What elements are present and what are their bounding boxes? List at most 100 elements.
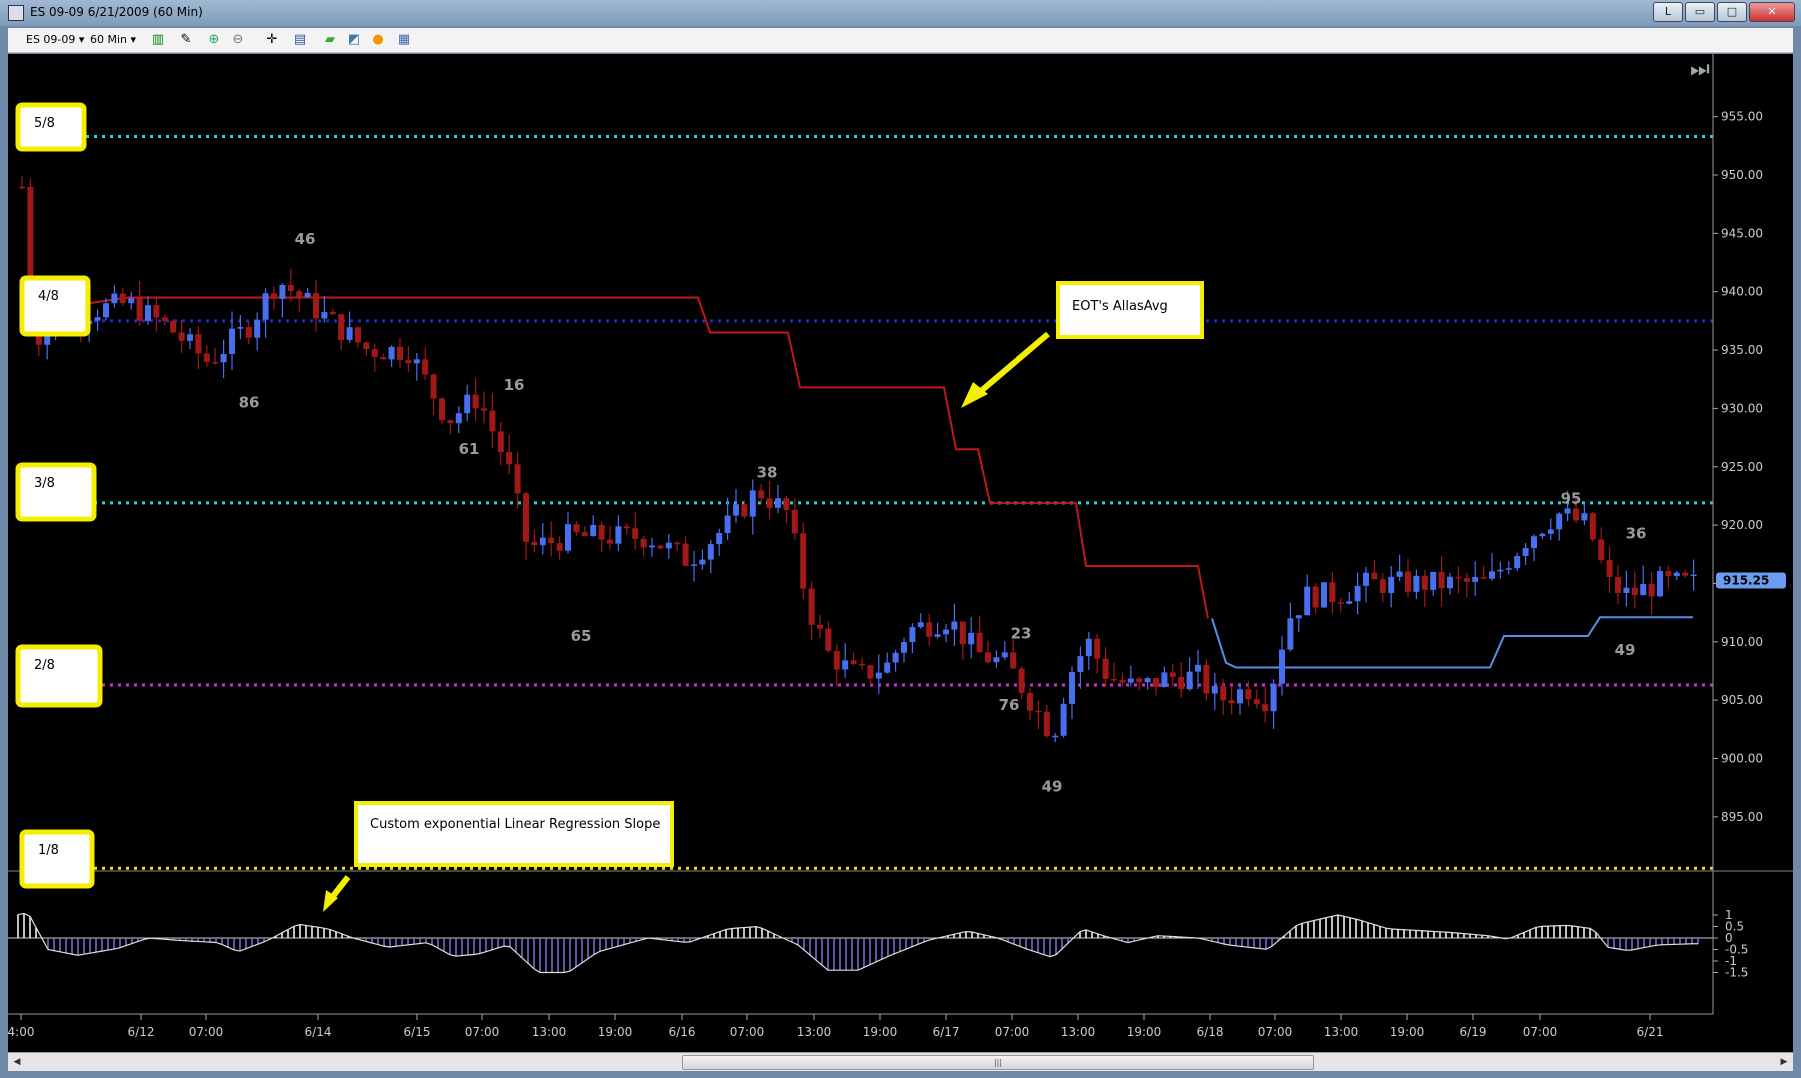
candle-body [1480, 577, 1487, 579]
candle-body [691, 564, 697, 566]
candle-body [573, 524, 580, 533]
candle-body [1598, 539, 1605, 561]
time-axis-label: 6/12 [128, 1025, 155, 1039]
candle-body [901, 642, 907, 653]
candle-body [279, 284, 286, 299]
zoom-in-icon[interactable]: ⊕ [206, 32, 222, 48]
candle-body [1657, 571, 1663, 597]
candle-body [145, 305, 151, 321]
price-axis-label: 900.00 [1721, 752, 1763, 766]
candle-body [187, 334, 193, 341]
indicators-icon[interactable]: ▰ [322, 32, 338, 48]
candle-body [1312, 586, 1319, 608]
level-label: 2/8 [34, 658, 55, 673]
candle-body [699, 559, 706, 565]
chart-app-icon [8, 5, 24, 21]
level-label-box [19, 275, 91, 337]
candle-body [481, 408, 487, 411]
candle-body [296, 291, 303, 298]
candle-body [1455, 576, 1462, 579]
price-axis-label: 955.00 [1721, 110, 1763, 124]
bar-style-icon[interactable]: ▥ [150, 32, 166, 48]
candle-body [985, 652, 991, 663]
candle-body [1379, 579, 1386, 593]
instrument-selector[interactable]: ES 09-09 ▾ [26, 32, 84, 48]
candle-body [850, 660, 857, 665]
candle-body [1270, 683, 1277, 712]
price-axis-label: 910.00 [1721, 635, 1763, 649]
candle-body [817, 624, 823, 629]
candle-body [1640, 583, 1647, 596]
level-label-box [15, 644, 103, 708]
swing-count-label: 16 [504, 376, 525, 394]
candle-body [943, 629, 949, 635]
candle-body [649, 545, 655, 548]
candle-body [1060, 703, 1067, 736]
level-label: 1/8 [38, 843, 59, 858]
price-chart[interactable]: 46 86 16 61 65 38 23 76 49 95 36 49 955.00 950.00 945… [8, 54, 1793, 1054]
candle-body [1665, 571, 1672, 577]
candle-body [1388, 576, 1395, 593]
price-axis-label: 925.00 [1721, 460, 1763, 474]
level-label-box [15, 462, 97, 522]
time-axis-label: 13:00 [532, 1025, 567, 1039]
candle-body [565, 524, 571, 551]
candle-body [1472, 577, 1479, 582]
candle-body [245, 327, 252, 338]
strategies-icon[interactable]: ◩ [346, 32, 362, 48]
swing-count-label: 65 [571, 627, 592, 645]
level-label: 4/8 [38, 289, 59, 304]
swing-count-label: 86 [239, 394, 260, 412]
link-button[interactable]: L [1653, 2, 1683, 22]
candle-body [615, 526, 622, 544]
pencil-icon[interactable]: ✎ [178, 32, 194, 48]
candle-body [581, 532, 588, 537]
candle-body [439, 398, 445, 421]
instrument-label: ES 09-09 [26, 33, 76, 46]
candle-body [1136, 678, 1143, 683]
candle-body [968, 632, 975, 645]
scroll-right-icon[interactable]: ▶ [1777, 1055, 1791, 1069]
eot-callout-label: EOT's AllasAvg [1072, 299, 1168, 314]
candle-body [1169, 672, 1176, 677]
chart-area[interactable]: 46 86 16 61 65 38 23 76 49 95 36 49 955.00 950.00 945… [8, 54, 1793, 1054]
time-axis-label: 07:00 [730, 1025, 765, 1039]
candle-body [220, 353, 227, 363]
candle-body [1497, 569, 1504, 572]
candle-body [94, 317, 101, 321]
candle-body [1682, 572, 1689, 576]
scroll-end-icon[interactable]: ⏭ [1690, 57, 1710, 82]
scroll-thumb[interactable]: ||| [682, 1055, 1314, 1070]
candle-body [161, 317, 168, 321]
data-box-icon[interactable]: ▦ [396, 32, 412, 48]
candle-body [1371, 572, 1378, 580]
window-titlebar: ES 09-09 6/21/2009 (60 Min) L ▭ □ ✕ [0, 0, 1801, 26]
maximize-button[interactable]: □ [1717, 2, 1747, 22]
time-axis-label: 19:00 [1390, 1025, 1425, 1039]
zoom-out-icon[interactable]: ⊖ [230, 32, 246, 48]
swing-count-label: 61 [459, 440, 480, 458]
candle-body [682, 543, 689, 566]
candle-body [237, 327, 244, 329]
scroll-left-icon[interactable]: ◀ [10, 1055, 24, 1069]
time-axis-label: 6/16 [669, 1025, 696, 1039]
candle-body [119, 293, 126, 304]
crosshair-icon[interactable]: ✛ [264, 32, 280, 48]
time-axis-label: 6/19 [1460, 1025, 1487, 1039]
candle-body [632, 528, 639, 539]
osc-axis-label: -1.5 [1725, 966, 1748, 980]
candle-body [195, 334, 202, 354]
candle-body [1690, 574, 1697, 577]
candle-body [136, 298, 143, 321]
candle-body [1489, 571, 1495, 579]
horizontal-scrollbar[interactable]: ◀ ||| ▶ [8, 1052, 1793, 1071]
time-axis-label: 19:00 [1127, 1025, 1162, 1039]
interval-selector[interactable]: 60 Min ▾ [90, 32, 136, 48]
candle-body [791, 509, 798, 534]
properties-icon[interactable]: ▤ [292, 32, 308, 48]
candle-body [951, 621, 958, 630]
candle-body [1514, 555, 1521, 569]
minimize-button[interactable]: ▭ [1685, 2, 1715, 22]
close-button[interactable]: ✕ [1749, 2, 1795, 22]
chart-trader-icon[interactable]: ● [370, 32, 386, 48]
